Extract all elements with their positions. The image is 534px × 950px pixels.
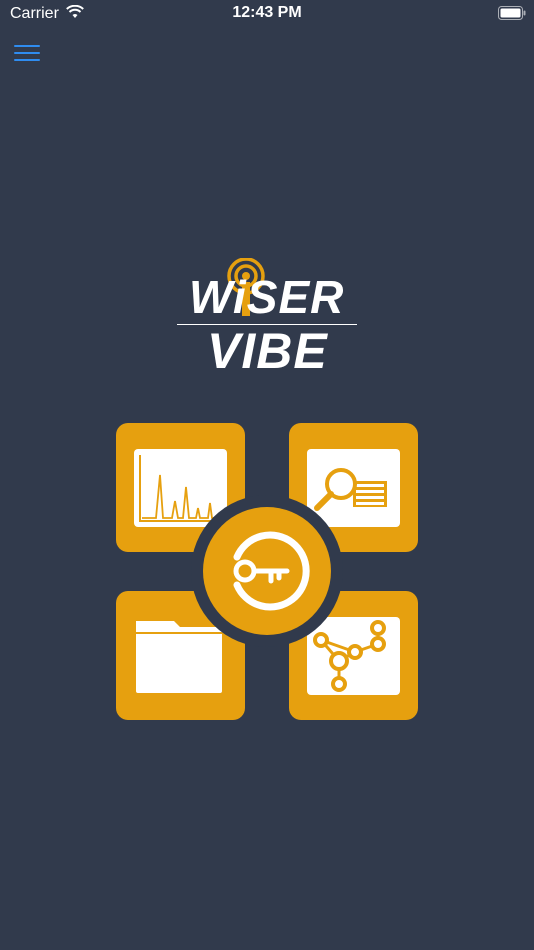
battery-icon: [498, 6, 526, 20]
hamburger-menu-icon[interactable]: [14, 44, 40, 64]
app-logo: WiSER VIBE: [175, 258, 359, 384]
logo-wiser-text: WiSER: [189, 271, 345, 323]
status-bar: Carrier 12:43 PM: [0, 0, 534, 28]
logo-vibe-text: VIBE: [207, 323, 328, 379]
key-login-icon: [233, 531, 310, 611]
login-key-button[interactable]: [191, 495, 343, 647]
clock: 12:43 PM: [232, 4, 302, 21]
